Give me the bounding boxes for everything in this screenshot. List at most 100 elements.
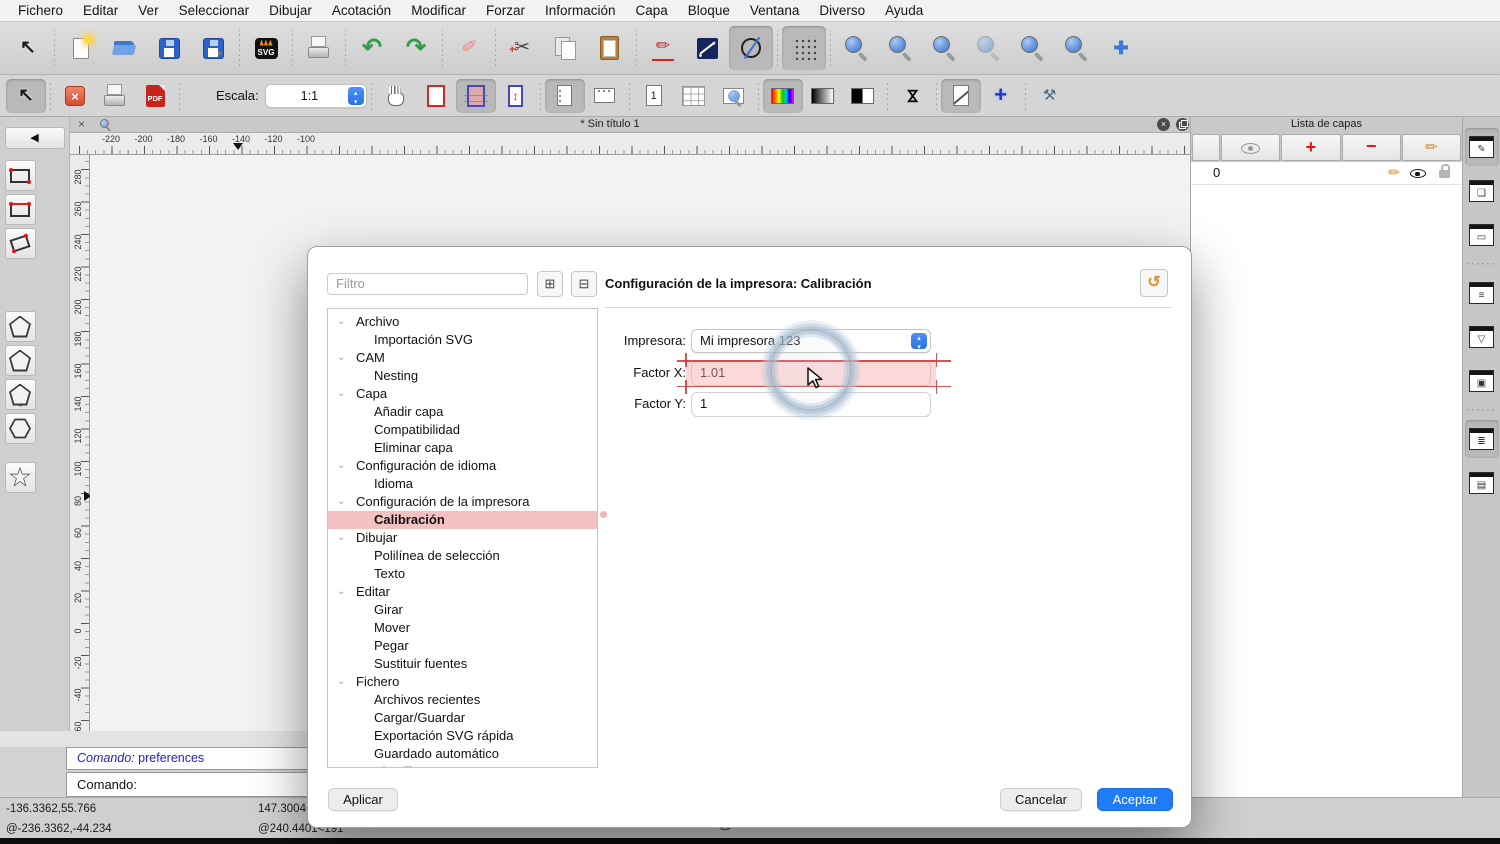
- new-file-button[interactable]: [59, 26, 103, 70]
- add-layer-button[interactable]: +: [1281, 134, 1341, 161]
- tree-item[interactable]: ⌄ Fichero: [328, 673, 597, 691]
- page-landscape-button[interactable]: [585, 79, 625, 113]
- tree-item[interactable]: ⌄ Guardado automático: [328, 745, 597, 763]
- accept-button[interactable]: Aceptar: [1097, 788, 1173, 811]
- polygon-edge-tool[interactable]: [4, 345, 36, 376]
- menu-item[interactable]: Dibujar: [259, 0, 322, 22]
- dock-options-window[interactable]: ▣: [1465, 362, 1499, 400]
- tree-item[interactable]: ⌄ Archivos recientes: [328, 691, 597, 709]
- grayscale-print-button[interactable]: [803, 79, 843, 113]
- dock-layer-window[interactable]: ✎: [1464, 128, 1499, 166]
- menu-item[interactable]: Editar: [73, 0, 128, 22]
- zoom-pan-button[interactable]: ✚: [1099, 26, 1143, 70]
- tree-item[interactable]: ⌄ Pegar: [328, 637, 597, 655]
- single-page-button[interactable]: 1: [634, 79, 674, 113]
- back-button[interactable]: ◀: [4, 126, 65, 149]
- polygon-center2-tool[interactable]: [4, 379, 36, 410]
- paste-button[interactable]: [588, 26, 632, 70]
- tree-item[interactable]: ⌄ Polilínea de selección: [328, 547, 597, 565]
- dock-clipboard-window[interactable]: ▤: [1465, 464, 1499, 502]
- delete-tool[interactable]: ✐: [447, 26, 491, 70]
- close-preview-button[interactable]: ×: [55, 79, 95, 113]
- star-tool[interactable]: [4, 462, 36, 493]
- tree-item[interactable]: ⌄ Importación SVG: [328, 331, 597, 349]
- menu-item[interactable]: Modificar: [401, 0, 476, 22]
- zoom-in-button[interactable]: +: [835, 26, 879, 70]
- tree-item[interactable]: ⌄ Exportación SVG rápida: [328, 727, 597, 745]
- tree-item[interactable]: ⌄ Idioma: [328, 475, 597, 493]
- crosshair-button[interactable]: +: [981, 79, 1021, 113]
- tree-item[interactable]: ⌄ Mover: [328, 619, 597, 637]
- save-button[interactable]: [147, 26, 191, 70]
- layer-row[interactable]: 0 ✏: [1191, 162, 1462, 185]
- factor-x-input[interactable]: 1.01: [691, 361, 931, 386]
- tree-item[interactable]: ⌄ Eliminar capa: [328, 439, 597, 457]
- menu-item[interactable]: Ayuda: [875, 0, 933, 22]
- ellipse-tool-button[interactable]: [729, 26, 773, 70]
- tree-item[interactable]: ⌄ Texto: [328, 565, 597, 583]
- menu-item[interactable]: Bloque: [678, 0, 740, 22]
- dock-filter-window[interactable]: ▽: [1465, 318, 1499, 356]
- export-svg-button[interactable]: SVG: [244, 26, 288, 70]
- tree-item[interactable]: ⌄ CAM: [328, 349, 597, 367]
- tree-item[interactable]: ⌄ Archivo: [328, 313, 597, 331]
- tree-item[interactable]: ⌄ Configuración de la impresora: [328, 493, 597, 511]
- draft-mode-button[interactable]: [940, 78, 981, 113]
- line-tool-button[interactable]: [685, 26, 729, 70]
- tree-item[interactable]: ⌄ Girar: [328, 601, 597, 619]
- apply-button[interactable]: Aplicar: [328, 788, 398, 811]
- edit-pen-button[interactable]: ✏: [641, 26, 685, 70]
- dock-library-window[interactable]: ▭: [1465, 216, 1499, 254]
- menu-item[interactable]: Seleccionar: [169, 0, 260, 22]
- expand-all-button[interactable]: ⊞: [537, 271, 563, 297]
- tree-item[interactable]: ⌄ Editar: [328, 583, 597, 601]
- rectangle-corners-tool[interactable]: [4, 160, 36, 191]
- tree-item[interactable]: ⌄ Nesting: [328, 367, 597, 385]
- menu-item[interactable]: Diverso: [809, 0, 875, 22]
- scale-select[interactable]: 1:1: [264, 83, 367, 108]
- tree-item[interactable]: ⌄ Compatibilidad: [328, 421, 597, 439]
- layer-visibility-icon[interactable]: [1410, 169, 1426, 178]
- rectangle-rotated-tool[interactable]: [4, 228, 36, 259]
- copy-button[interactable]: [544, 26, 588, 70]
- blackwhite-print-button[interactable]: [843, 79, 883, 113]
- zoom-previous-button[interactable]: ◀: [1011, 26, 1055, 70]
- toggle-visibility-all-button[interactable]: [1221, 134, 1281, 161]
- page-portrait-button[interactable]: [544, 78, 585, 113]
- tree-item[interactable]: ⌄ Calibración: [328, 511, 597, 529]
- export-pdf-button[interactable]: PDF: [135, 79, 175, 113]
- filter-input[interactable]: Filtro: [327, 273, 528, 295]
- cancel-button[interactable]: Cancelar: [1000, 788, 1082, 811]
- rectangle-red-tool[interactable]: [4, 194, 36, 225]
- dock-entity-list-window[interactable]: ≡: [1465, 274, 1499, 312]
- tree-item[interactable]: ⌄ Plantillas: [328, 763, 597, 767]
- edit-layer-button[interactable]: ✏: [1401, 134, 1461, 161]
- select-tool[interactable]: ↖: [6, 26, 50, 70]
- restore-defaults-button[interactable]: ↺: [1140, 269, 1168, 297]
- print-preview-button[interactable]: [297, 26, 341, 70]
- center-on-page-button[interactable]: ⋈: [892, 79, 932, 113]
- zoom-auto-button[interactable]: ▣: [923, 26, 967, 70]
- menu-item[interactable]: Acotación: [322, 0, 401, 22]
- layer-lock-icon[interactable]: [1439, 164, 1450, 178]
- menu-item[interactable]: Fichero: [8, 0, 73, 22]
- dock-block-window[interactable]: ❑: [1465, 172, 1499, 210]
- paper-area-button[interactable]: [455, 78, 496, 113]
- zoom-page-button[interactable]: [714, 79, 754, 113]
- options-button[interactable]: ⚒: [1030, 79, 1070, 113]
- menu-item[interactable]: Información: [535, 0, 626, 22]
- print-button[interactable]: [95, 79, 135, 113]
- tree-item[interactable]: ⌄ Configuración de idioma: [328, 457, 597, 475]
- save-as-button[interactable]: ✏: [191, 26, 235, 70]
- pan-hand-button[interactable]: [376, 79, 416, 113]
- undo-button[interactable]: ↶: [350, 26, 394, 70]
- dock-command-window[interactable]: ≣: [1464, 420, 1499, 458]
- menu-item[interactable]: Capa: [626, 0, 678, 22]
- menu-item[interactable]: Ventana: [740, 0, 810, 22]
- zoom-selection-button[interactable]: □: [967, 26, 1011, 70]
- polygon-center-tool[interactable]: [4, 311, 36, 342]
- menu-item[interactable]: Ver: [128, 0, 168, 22]
- tree-item[interactable]: ⌄ Dibujar: [328, 529, 597, 547]
- open-file-button[interactable]: [103, 26, 147, 70]
- tree-item[interactable]: ⌄ Cargar/Guardar: [328, 709, 597, 727]
